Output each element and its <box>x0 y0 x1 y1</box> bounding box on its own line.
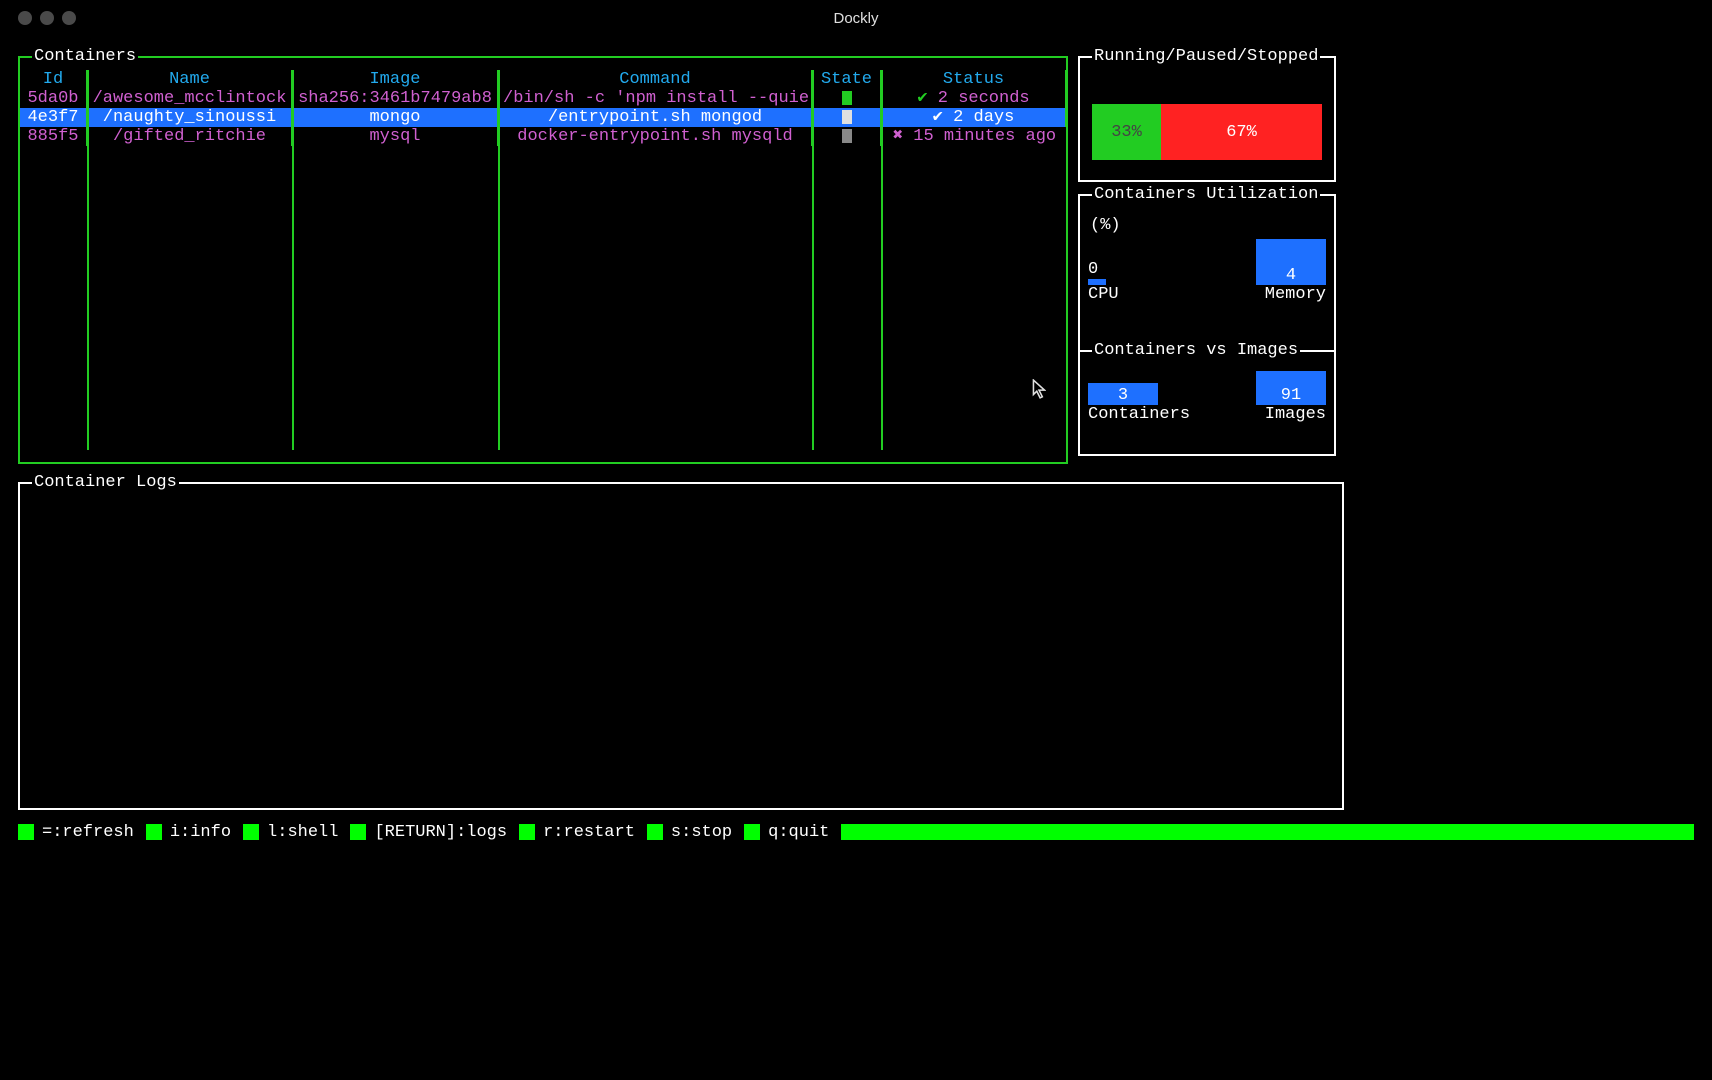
command-bar: =:refresh i:info l:shell [RETURN]:logs r:res… <box>18 821 1694 843</box>
status-text: 15 minutes ago <box>913 127 1056 146</box>
cmd-restart[interactable]: r:restart <box>519 823 647 842</box>
col-header-id[interactable]: Id <box>20 70 88 89</box>
bar-value: 0 <box>1088 260 1119 279</box>
cmd-swatch-icon <box>350 824 366 840</box>
col-header-image[interactable]: Image <box>293 70 499 89</box>
state-indicator-icon <box>842 110 852 124</box>
rps-segment: 33% <box>1092 104 1161 160</box>
logs-title: Container Logs <box>32 473 179 492</box>
status-text: 2 days <box>953 108 1014 127</box>
bar-value: 4 <box>1256 239 1326 285</box>
cmd-shell[interactable]: l:shell <box>243 823 350 842</box>
col-header-command[interactable]: Command <box>499 70 813 89</box>
chart-bar: 91Images <box>1256 371 1326 424</box>
state-indicator-icon <box>842 91 852 105</box>
running-paused-stopped-panel: Running/Paused/Stopped 33%67% <box>1078 56 1336 182</box>
cmd-swatch-icon <box>146 824 162 840</box>
status-text: 2 seconds <box>938 89 1030 108</box>
util-title: Containers Utilization <box>1092 185 1320 204</box>
containers-title: Containers <box>32 47 138 66</box>
rps-title: Running/Paused/Stopped <box>1092 47 1320 66</box>
cell-name[interactable]: /awesome_mcclintock <box>88 89 293 108</box>
cmd-label: q:quit <box>768 823 829 842</box>
cell-id[interactable]: 885f5 <box>20 127 88 146</box>
cell-command[interactable]: /bin/sh -c 'npm install --quie <box>499 89 813 108</box>
cell-id[interactable]: 4e3f7 <box>20 108 88 127</box>
status-failed-icon: ✖ <box>893 127 913 146</box>
chart-bar: 0 CPU <box>1088 260 1119 304</box>
cell-status[interactable]: ✔ 2 seconds <box>882 89 1067 108</box>
bar-label: CPU <box>1088 285 1119 304</box>
bar-value: 91 <box>1256 371 1326 405</box>
cmd-label: s:stop <box>671 823 732 842</box>
cell-status[interactable]: ✔ 2 days <box>882 108 1067 127</box>
cmd-stop[interactable]: s:stop <box>647 823 744 842</box>
cmd-swatch-icon <box>243 824 259 840</box>
cmd-label: =:refresh <box>42 823 134 842</box>
cmd-label: r:restart <box>543 823 635 842</box>
bar-label: Memory <box>1256 285 1326 304</box>
window-title: Dockly <box>0 9 1712 28</box>
cmd-swatch-icon <box>519 824 535 840</box>
cell-image[interactable]: sha256:3461b7479ab8 <box>293 89 499 108</box>
cell-image[interactable]: mongo <box>293 108 499 127</box>
cell-state[interactable] <box>813 89 882 108</box>
cell-status[interactable]: ✖ 15 minutes ago <box>882 127 1067 146</box>
cmd-label: [RETURN]:logs <box>374 823 507 842</box>
cmd-logs[interactable]: [RETURN]:logs <box>350 823 519 842</box>
cell-state[interactable] <box>813 127 882 146</box>
cmd-swatch-icon <box>18 824 34 840</box>
cvi-title: Containers vs Images <box>1092 341 1300 360</box>
cmd-swatch-icon <box>647 824 663 840</box>
utilization-panel: Containers Utilization (%) 0CPU4Memory <box>1078 194 1336 352</box>
cvi-bars: 3Containers91Images <box>1088 384 1326 424</box>
util-bars: 0CPU4Memory <box>1088 258 1326 304</box>
bar-label: Containers <box>1088 405 1190 424</box>
col-header-state[interactable]: State <box>813 70 882 89</box>
status-ok-icon: ✔ <box>917 89 937 108</box>
rps-segment: 67% <box>1161 104 1322 160</box>
cell-name[interactable]: /naughty_sinoussi <box>88 108 293 127</box>
containers-vs-images-panel: Containers vs Images 3Containers91Images <box>1078 352 1336 456</box>
cell-command[interactable]: docker-entrypoint.sh mysqld <box>499 127 813 146</box>
cell-state[interactable] <box>813 108 882 127</box>
cmd-quit[interactable]: q:quit <box>744 823 841 842</box>
chart-bar: 4Memory <box>1256 239 1326 304</box>
col-header-name[interactable]: Name <box>88 70 293 89</box>
state-indicator-icon <box>842 129 852 143</box>
cell-image[interactable]: mysql <box>293 127 499 146</box>
cell-name[interactable]: /gifted_ritchie <box>88 127 293 146</box>
containers-table[interactable]: IdNameImageCommandStateStatus 5da0b/aweso… <box>20 70 1066 146</box>
rps-bar: 33%67% <box>1092 104 1322 160</box>
col-header-status[interactable]: Status <box>882 70 1067 89</box>
cell-command[interactable]: /entrypoint.sh mongod <box>499 108 813 127</box>
util-suffix: (%) <box>1090 216 1121 235</box>
cmd-swatch-icon <box>744 824 760 840</box>
cmd-refresh[interactable]: =:refresh <box>18 823 146 842</box>
status-ok-icon: ✔ <box>933 108 953 127</box>
cmd-label: l:shell <box>267 823 338 842</box>
containers-panel: Containers IdNameImageCommandStateStatus… <box>18 56 1068 464</box>
cell-id[interactable]: 5da0b <box>20 89 88 108</box>
bar-label: Images <box>1256 405 1326 424</box>
cmd-bar-fill <box>841 824 1694 840</box>
titlebar: Dockly <box>0 0 1712 36</box>
bar-value: 3 <box>1088 383 1158 405</box>
chart-bar: 3Containers <box>1088 383 1190 424</box>
cmd-label: i:info <box>170 823 231 842</box>
cmd-info[interactable]: i:info <box>146 823 243 842</box>
logs-panel[interactable]: Container Logs <box>18 482 1344 810</box>
